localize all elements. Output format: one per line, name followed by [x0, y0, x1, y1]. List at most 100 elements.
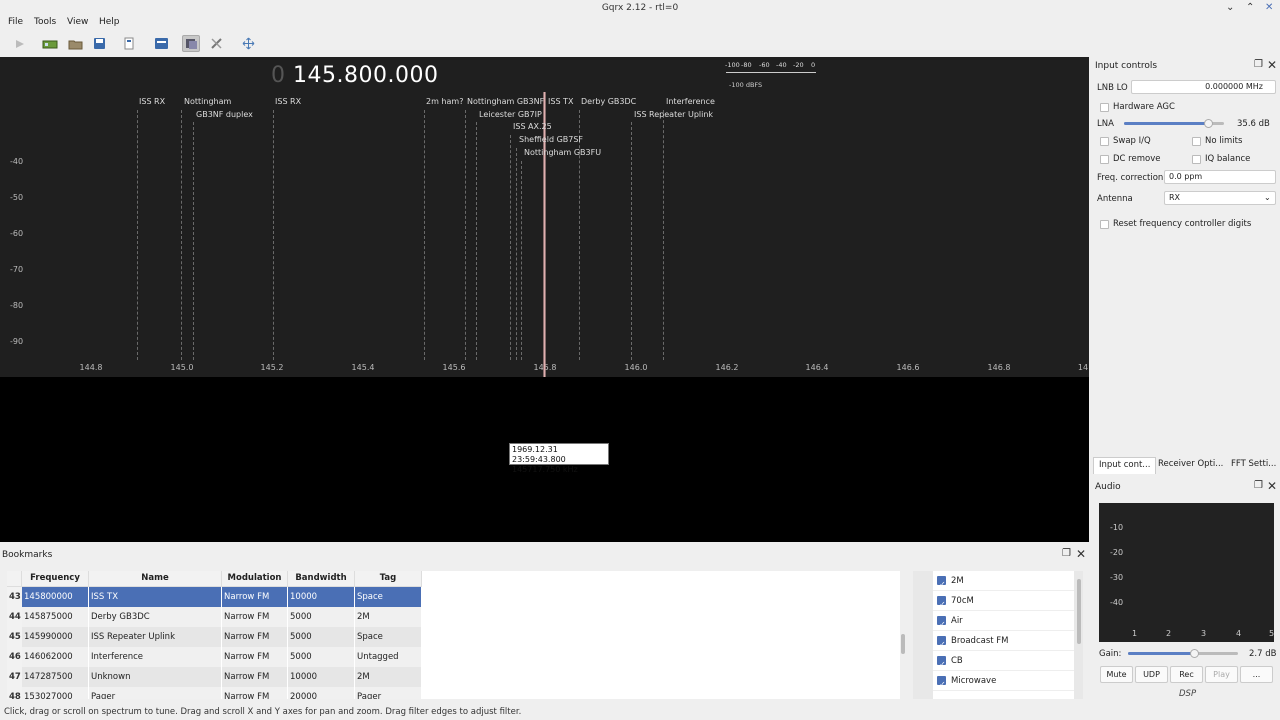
float-dock-icon[interactable]: ❐: [1062, 548, 1071, 559]
bookmark-label[interactable]: Interference: [666, 97, 715, 106]
bookmark-label[interactable]: Leicester GB7IP: [479, 110, 542, 119]
bookmark-label[interactable]: ISS Repeater Uplink: [634, 110, 713, 119]
column-header-frequency[interactable]: Frequency: [22, 571, 89, 587]
close-dock-icon[interactable]: ✕: [1267, 479, 1277, 493]
tab-input-controls[interactable]: Input cont...: [1093, 457, 1157, 474]
table-row[interactable]: 46 146062000 Interference Narrow FM 5000…: [7, 647, 422, 667]
tag-checkbox[interactable]: [937, 655, 946, 675]
cell-tag[interactable]: Space: [355, 627, 422, 647]
column-header-modulation[interactable]: Modulation: [222, 571, 288, 587]
close-window-button[interactable]: ✕: [1265, 2, 1273, 13]
table-row[interactable]: 45 145990000 ISS Repeater Uplink Narrow …: [7, 627, 422, 647]
table-row[interactable]: 48 153027000 Pager Narrow FM 20000 Pager: [7, 687, 422, 699]
menu-tools[interactable]: Tools: [34, 17, 56, 27]
frequency-digits[interactable]: 145.800.000: [293, 63, 438, 88]
lnb-lo-field[interactable]: 0.000000 MHz: [1131, 80, 1276, 94]
cell-tag[interactable]: 2M: [355, 667, 422, 687]
cell-frequency[interactable]: 153027000: [22, 687, 89, 699]
audio-gain-handle[interactable]: [1190, 649, 1199, 658]
cell-modulation[interactable]: Narrow FM: [222, 687, 288, 699]
cell-modulation[interactable]: Narrow FM: [222, 587, 288, 607]
bookmark-label[interactable]: Nottingham GB3FU: [524, 148, 601, 157]
cell-name[interactable]: Interference: [89, 647, 222, 667]
table-row[interactable]: 47 147287500 Unknown Narrow FM 10000 2M: [7, 667, 422, 687]
cell-tag[interactable]: 2M: [355, 607, 422, 627]
tag-scrollbar[interactable]: [1077, 579, 1081, 644]
dc-remove-checkbox[interactable]: [1100, 155, 1109, 164]
tag-checkbox[interactable]: [937, 595, 946, 615]
cell-modulation[interactable]: Narrow FM: [222, 647, 288, 667]
cell-name[interactable]: Derby GB3DC: [89, 607, 222, 627]
bookmark-label[interactable]: ISS RX: [139, 97, 165, 106]
cell-name[interactable]: ISS TX: [89, 587, 222, 607]
cell-tag[interactable]: Untagged: [355, 647, 422, 667]
cell-name[interactable]: ISS Repeater Uplink: [89, 627, 222, 647]
tag-item[interactable]: CB: [933, 651, 1074, 675]
menu-file[interactable]: File: [8, 17, 23, 27]
tag-checkbox[interactable]: [937, 575, 946, 595]
hardware-agc-checkbox[interactable]: [1100, 103, 1109, 112]
open-icon[interactable]: [66, 35, 84, 52]
freq-correction-field[interactable]: 0.0 ppm: [1164, 170, 1276, 184]
play-button[interactable]: Play: [1205, 666, 1238, 683]
cell-bandwidth[interactable]: 5000: [288, 607, 355, 627]
cell-frequency[interactable]: 145990000: [22, 627, 89, 647]
close-dock-icon[interactable]: ✕: [1267, 58, 1277, 72]
table-scrollbar[interactable]: [901, 634, 905, 654]
bookmark-label[interactable]: Nottingham: [184, 97, 231, 106]
tag-item[interactable]: Broadcast FM: [933, 631, 1074, 655]
menu-view[interactable]: View: [67, 17, 88, 27]
cell-name[interactable]: Unknown: [89, 667, 222, 687]
cell-bandwidth[interactable]: 10000: [288, 667, 355, 687]
remote-control-icon[interactable]: [207, 35, 225, 52]
reset-digits-checkbox[interactable]: [1100, 220, 1109, 229]
bookmark-label[interactable]: Sheffield GB7SF: [519, 135, 583, 144]
io-config-icon[interactable]: [182, 35, 200, 52]
rec-button[interactable]: Rec: [1170, 666, 1203, 683]
swap-iq-checkbox[interactable]: [1100, 137, 1109, 146]
no-limits-checkbox[interactable]: [1192, 137, 1201, 146]
tag-item[interactable]: Microwave: [933, 671, 1074, 695]
table-row[interactable]: 43 145800000 ISS TX Narrow FM 10000 Spac…: [7, 587, 422, 607]
bookmark-label[interactable]: ISS AX.25: [513, 122, 552, 131]
cell-modulation[interactable]: Narrow FM: [222, 607, 288, 627]
float-dock-icon[interactable]: ❐: [1254, 59, 1263, 70]
bookmark-icon[interactable]: [120, 35, 138, 52]
maximize-button[interactable]: ⌃: [1246, 2, 1254, 13]
cell-name[interactable]: Pager: [89, 687, 222, 699]
antenna-select[interactable]: RX: [1164, 191, 1276, 205]
minimize-button[interactable]: ⌄: [1226, 2, 1234, 13]
cell-bandwidth[interactable]: 5000: [288, 627, 355, 647]
column-header-name[interactable]: Name: [89, 571, 222, 587]
udp-button[interactable]: UDP: [1135, 666, 1168, 683]
tab-fft-settings[interactable]: FFT Setti...: [1226, 457, 1280, 474]
tab-receiver-options[interactable]: Receiver Opti...: [1153, 457, 1228, 474]
bookmark-label[interactable]: Derby GB3DC: [581, 97, 636, 106]
cell-modulation[interactable]: Narrow FM: [222, 627, 288, 647]
bookmark-label[interactable]: ISS RX: [275, 97, 301, 106]
menu-help[interactable]: Help: [99, 17, 120, 27]
frequency-lead-digit[interactable]: 0: [271, 63, 286, 88]
cell-frequency[interactable]: 145875000: [22, 607, 89, 627]
column-header-bandwidth[interactable]: Bandwidth: [288, 571, 355, 587]
cell-frequency[interactable]: 145800000: [22, 587, 89, 607]
lna-slider-handle[interactable]: [1204, 119, 1213, 128]
audio-options-button[interactable]: ...: [1240, 666, 1273, 683]
cell-frequency[interactable]: 147287500: [22, 667, 89, 687]
frequency-controller[interactable]: 0 145.800.000: [271, 63, 438, 91]
bookmark-label[interactable]: ISS TX: [548, 97, 573, 106]
cell-bandwidth[interactable]: 20000: [288, 687, 355, 699]
cell-modulation[interactable]: Narrow FM: [222, 667, 288, 687]
hardware-icon[interactable]: [41, 35, 59, 52]
iq-balance-checkbox[interactable]: [1192, 155, 1201, 164]
mute-button[interactable]: Mute: [1100, 666, 1133, 683]
cell-bandwidth[interactable]: 5000: [288, 647, 355, 667]
fullscreen-icon[interactable]: [239, 35, 257, 52]
bookmark-label[interactable]: Nottingham GB3NF: [467, 97, 544, 106]
column-header-tag[interactable]: Tag: [355, 571, 422, 587]
tag-item[interactable]: 70cM: [933, 591, 1074, 615]
float-dock-icon[interactable]: ❐: [1254, 480, 1263, 491]
table-row[interactable]: 44 145875000 Derby GB3DC Narrow FM 5000 …: [7, 607, 422, 627]
bookmark-label[interactable]: GB3NF duplex: [196, 110, 253, 119]
save-icon[interactable]: [90, 35, 108, 52]
